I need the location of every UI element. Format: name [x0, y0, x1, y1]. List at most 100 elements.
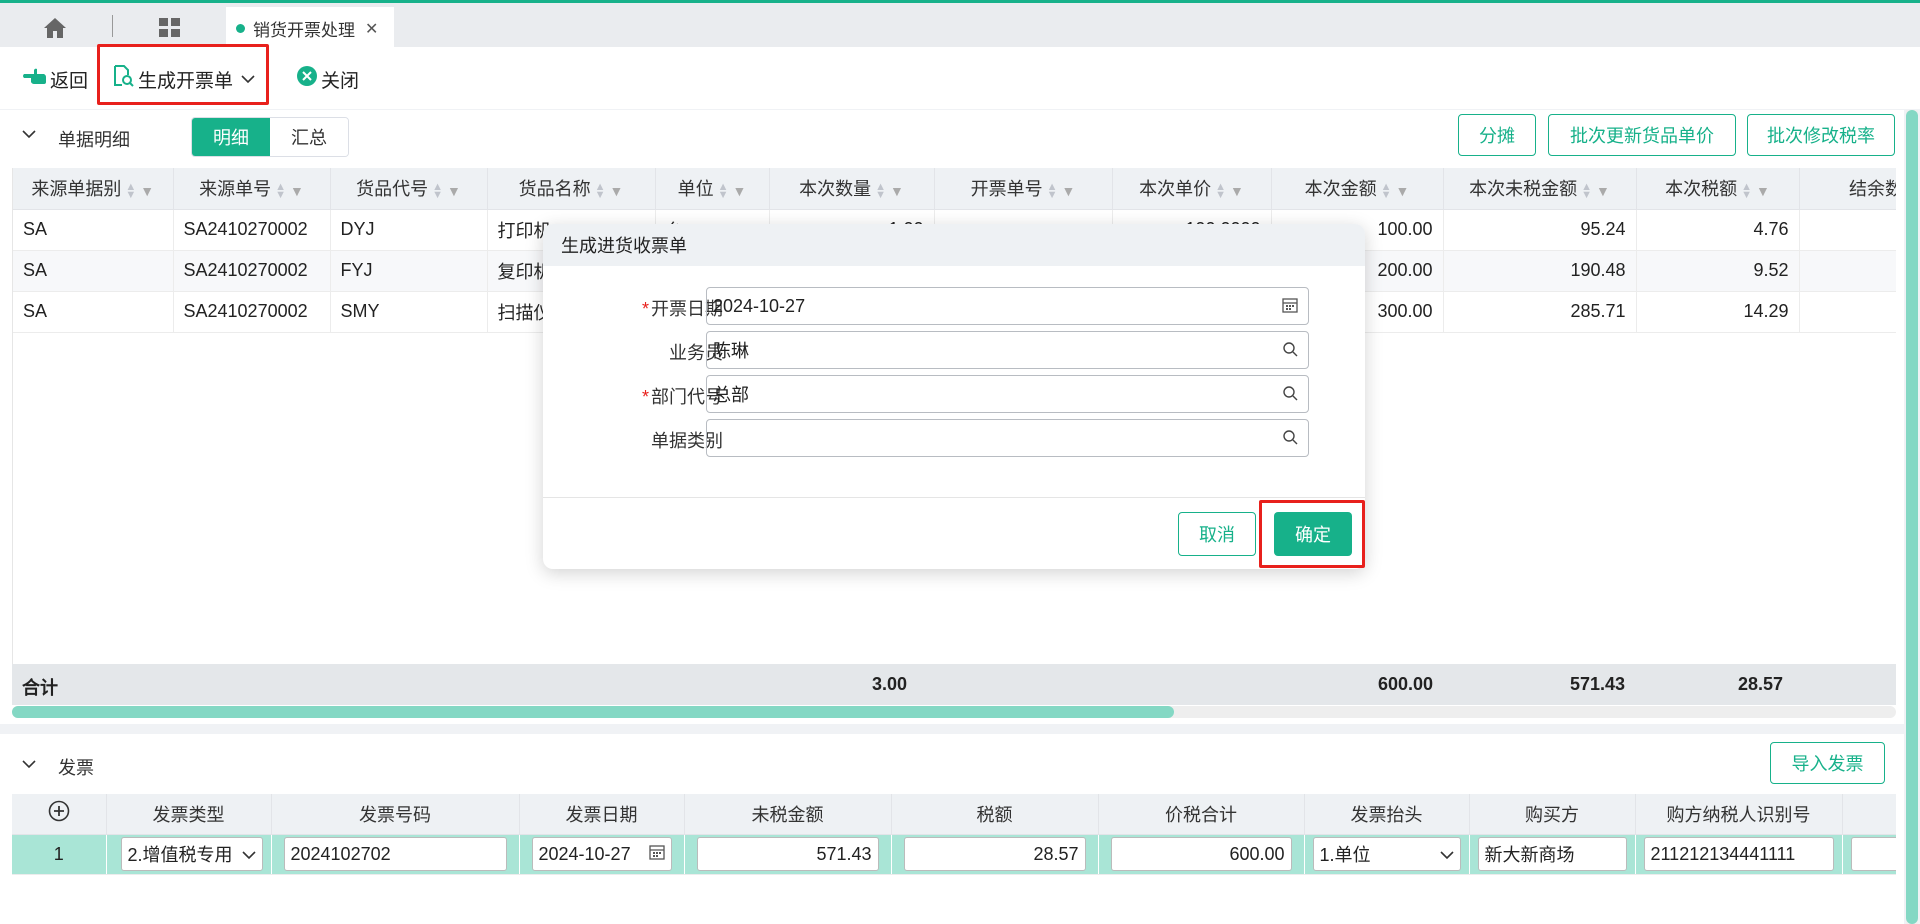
- apps-grid-icon[interactable]: [150, 11, 190, 45]
- untaxed-amount-input[interactable]: 571.43: [696, 837, 879, 871]
- col-header[interactable]: 单位 ▲ ▼ ▼: [655, 168, 770, 210]
- import-invoice-button[interactable]: 导入发票: [1770, 742, 1885, 784]
- cell-code[interactable]: SMY: [330, 291, 488, 333]
- cell-src-type[interactable]: SA: [13, 209, 174, 251]
- seg-detail[interactable]: 明细: [192, 118, 270, 156]
- filter-icon[interactable]: ▼: [890, 183, 904, 199]
- cell-src-type[interactable]: SA: [13, 291, 174, 333]
- col-header[interactable]: 本次单价 ▲ ▼ ▼: [1112, 168, 1272, 210]
- filter-icon[interactable]: ▼: [610, 183, 624, 199]
- cell-code[interactable]: FYJ: [330, 250, 488, 292]
- cell-src-no[interactable]: SA2410270002: [173, 291, 331, 333]
- filter-icon[interactable]: ▼: [733, 183, 747, 199]
- filter-icon[interactable]: ▼: [1596, 183, 1610, 199]
- col-header[interactable]: 购方纳税人识别号: [1635, 794, 1843, 835]
- col-header[interactable]: 发票号码: [271, 794, 520, 835]
- col-header[interactable]: 本次数量 ▲ ▼ ▼: [769, 168, 935, 210]
- calendar-icon[interactable]: [648, 844, 665, 865]
- scroll-thumb[interactable]: [12, 706, 1174, 718]
- close-button[interactable]: 关闭: [297, 63, 359, 95]
- cell-code[interactable]: DYJ: [330, 209, 488, 251]
- search-icon[interactable]: [1282, 429, 1300, 447]
- col-header[interactable]: 本次税额 ▲ ▼ ▼: [1636, 168, 1800, 210]
- cell-untaxed[interactable]: 285.71: [1443, 291, 1637, 333]
- batch-update-price-button[interactable]: 批次更新货品单价: [1548, 114, 1736, 156]
- filter-icon[interactable]: ▼: [1230, 183, 1244, 199]
- filter-icon[interactable]: ▼: [1396, 183, 1410, 199]
- col-header[interactable]: 发票类型: [106, 794, 272, 835]
- filter-icon[interactable]: ▼: [140, 183, 154, 199]
- collapse-chevron-icon[interactable]: [22, 756, 36, 772]
- invoice-row[interactable]: 1 2.增值税专用 2024102702 2024-10-27 571.43 2…: [12, 834, 1896, 875]
- col-header[interactable]: 来源单号 ▲ ▼ ▼: [173, 168, 331, 210]
- cell-src-no[interactable]: SA2410270002: [173, 209, 331, 251]
- col-header[interactable]: 发票日期: [519, 794, 685, 835]
- date-input[interactable]: 2024-10-27: [706, 287, 1309, 325]
- col-header[interactable]: 本次金额 ▲ ▼ ▼: [1271, 168, 1444, 210]
- col-header[interactable]: 购买方: [1469, 794, 1636, 835]
- cell-balance[interactable]: [1799, 291, 1896, 333]
- home-icon[interactable]: [30, 11, 80, 45]
- cell-src-no[interactable]: SA2410270002: [173, 250, 331, 292]
- close-tab-icon[interactable]: ✕: [365, 19, 378, 39]
- tax-amount-input[interactable]: 28.57: [903, 837, 1086, 871]
- cell-tax[interactable]: 4.76: [1636, 209, 1800, 251]
- sort-icon[interactable]: ▲ ▼: [1047, 181, 1058, 200]
- sort-icon[interactable]: ▲ ▼: [1381, 181, 1392, 200]
- taxpayer-id-input[interactable]: 211212134441111: [1643, 837, 1834, 871]
- invoice-number-input[interactable]: 2024102702: [283, 837, 507, 871]
- filter-icon[interactable]: ▼: [1756, 183, 1770, 199]
- dept-input[interactable]: 总部: [706, 375, 1309, 413]
- sort-icon[interactable]: ▲ ▼: [432, 181, 443, 200]
- cancel-button[interactable]: 取消: [1178, 512, 1256, 556]
- sort-icon[interactable]: ▲ ▼: [125, 181, 136, 200]
- cell-untaxed[interactable]: 95.24: [1443, 209, 1637, 251]
- sort-icon[interactable]: ▲ ▼: [1215, 181, 1226, 200]
- cell-tax[interactable]: 14.29: [1636, 291, 1800, 333]
- horizontal-scrollbar[interactable]: [12, 706, 1896, 718]
- seg-summary[interactable]: 汇总: [270, 118, 348, 156]
- col-header[interactable]: 价税合计: [1098, 794, 1305, 835]
- sort-icon[interactable]: ▲ ▼: [1741, 181, 1752, 200]
- filter-icon[interactable]: ▼: [447, 183, 461, 199]
- sort-icon[interactable]: ▲ ▼: [595, 181, 606, 200]
- cell-untaxed[interactable]: 190.48: [1443, 250, 1637, 292]
- col-header[interactable]: 开票单号 ▲ ▼ ▼: [934, 168, 1113, 210]
- back-button[interactable]: 返回: [22, 63, 88, 95]
- col-header[interactable]: 未税金额: [684, 794, 892, 835]
- doctype-input[interactable]: [706, 419, 1309, 457]
- invoice-title-select[interactable]: 1.单位: [1312, 837, 1461, 871]
- buyer-input[interactable]: 新大新商场: [1477, 837, 1627, 871]
- vertical-scrollbar[interactable]: [1906, 110, 1918, 924]
- cell-src-type[interactable]: SA: [13, 250, 174, 292]
- salesman-input[interactable]: 陈琳: [706, 331, 1309, 369]
- next-field-input[interactable]: [1850, 837, 1896, 871]
- batch-modify-tax-button[interactable]: 批次修改税率: [1747, 114, 1895, 156]
- invoice-date-input[interactable]: 2024-10-27: [531, 837, 672, 871]
- col-header[interactable]: 结余数: [1799, 168, 1896, 210]
- col-header[interactable]: 本次未税金额 ▲ ▼ ▼: [1443, 168, 1637, 210]
- cell-balance[interactable]: [1799, 250, 1896, 292]
- sort-icon[interactable]: ▲ ▼: [1581, 181, 1592, 200]
- col-header[interactable]: 税额: [891, 794, 1099, 835]
- search-icon[interactable]: [1282, 385, 1300, 403]
- filter-icon[interactable]: ▼: [1062, 183, 1076, 199]
- invoice-type-select[interactable]: 2.增值税专用: [120, 837, 263, 871]
- add-row-button[interactable]: [12, 794, 107, 835]
- col-header[interactable]: 发票抬头: [1304, 794, 1470, 835]
- total-amount-input[interactable]: 600.00: [1110, 837, 1292, 871]
- col-header[interactable]: 货品代号 ▲ ▼ ▼: [330, 168, 488, 210]
- collapse-chevron-icon[interactable]: [22, 126, 36, 142]
- cell-balance[interactable]: [1799, 209, 1896, 251]
- filter-icon[interactable]: ▼: [290, 183, 304, 199]
- cell-tax[interactable]: 9.52: [1636, 250, 1800, 292]
- calendar-icon[interactable]: [1282, 297, 1300, 315]
- allocate-button[interactable]: 分摊: [1458, 114, 1536, 156]
- search-icon[interactable]: [1282, 341, 1300, 359]
- col-header[interactable]: 货品名称 ▲ ▼ ▼: [487, 168, 656, 210]
- sort-icon[interactable]: ▲ ▼: [275, 181, 286, 200]
- col-header[interactable]: 来源单据别 ▲ ▼ ▼: [13, 168, 174, 210]
- sort-icon[interactable]: ▲ ▼: [718, 181, 729, 200]
- sort-icon[interactable]: ▲ ▼: [875, 181, 886, 200]
- scroll-thumb[interactable]: [1906, 110, 1918, 924]
